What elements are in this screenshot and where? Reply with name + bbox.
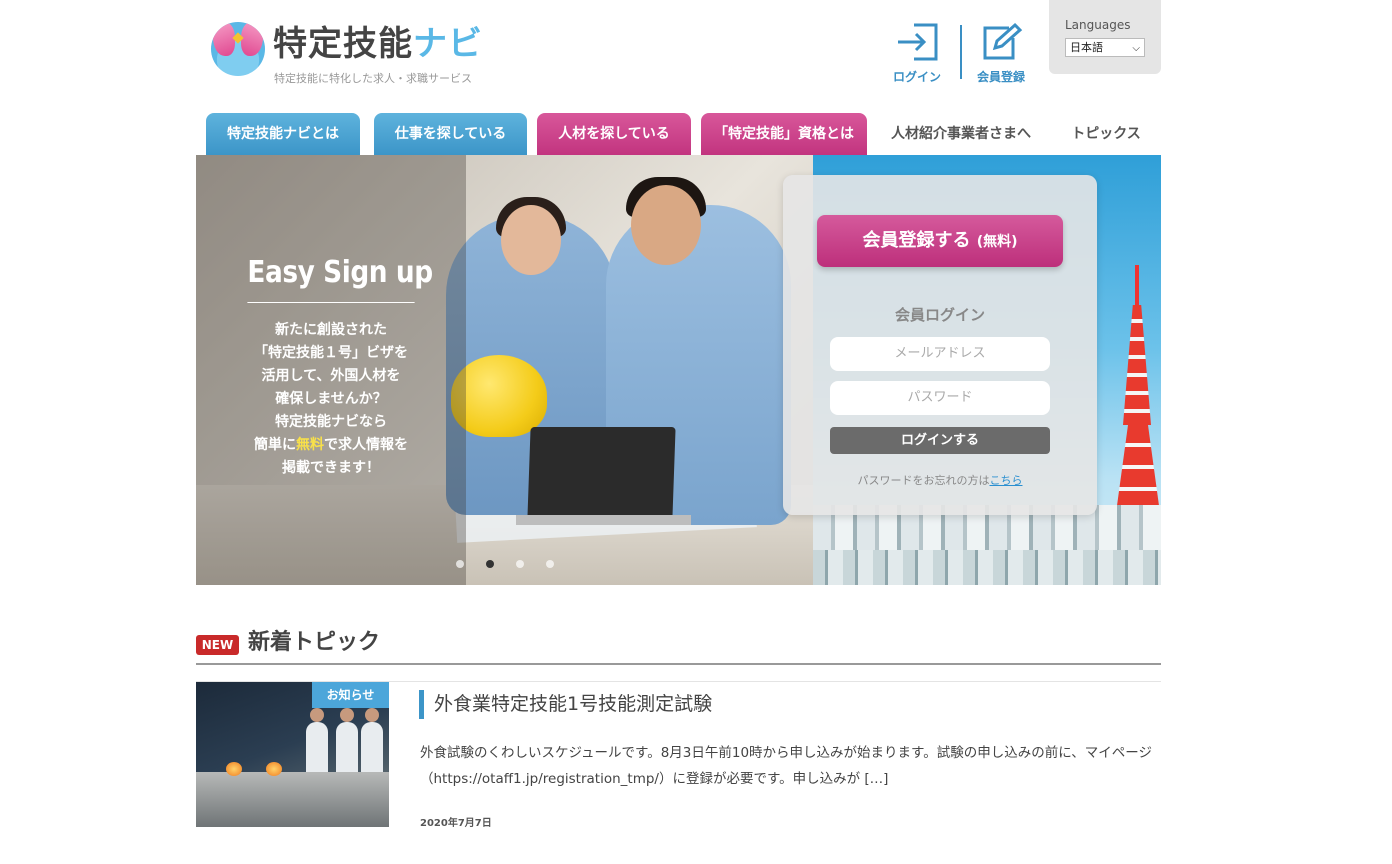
login-header-button[interactable]: ログイン: [885, 22, 949, 84]
slider-dot-1[interactable]: [456, 560, 464, 568]
highlight-free: 無料: [296, 437, 324, 453]
language-selected-value: 日本語: [1070, 41, 1103, 54]
register-free-button[interactable]: 会員登録する (無料): [817, 215, 1063, 267]
site-logo[interactable]: 特定技能ナビ 特定技能に特化した求人・求職サービス: [211, 20, 511, 86]
topics-title: 新着トピック: [248, 630, 381, 655]
slider-dot-2[interactable]: [486, 560, 494, 568]
hero-slider: Easy Sign up 新たに創設された 「特定技能１号」ビザを 活用して、外…: [196, 155, 1161, 585]
nav-tab-topics[interactable]: トピックス: [1066, 113, 1146, 155]
login-panel: 会員登録する (無料) 会員ログイン メールアドレス パスワード ログインする …: [783, 175, 1097, 515]
language-select[interactable]: 日本語 ⌵: [1065, 38, 1145, 57]
chevron-down-icon: ⌵: [1132, 43, 1140, 54]
nav-tab-agencies[interactable]: 人材紹介事業者さまへ: [881, 113, 1041, 155]
slider-dot-3[interactable]: [516, 560, 524, 568]
nav-tab-about[interactable]: 特定技能ナビとは: [206, 113, 360, 155]
topic-title-link[interactable]: 外食業特定技能1号技能測定試験: [419, 690, 712, 719]
nav-tab-qualification[interactable]: 「特定技能」資格とは: [701, 113, 867, 155]
hero-copy: Easy Sign up 新たに創設された 「特定技能１号」ビザを 活用して、外…: [236, 255, 433, 480]
password-input[interactable]: パスワード: [830, 381, 1050, 415]
topic-category-tag: お知らせ: [312, 682, 389, 708]
laptop-image: [527, 427, 676, 519]
hero-heading: Easy Sign up: [247, 255, 433, 303]
register-header-label: 会員登録: [976, 70, 1025, 84]
languages-label: Languages: [1065, 18, 1131, 32]
logo-title: 特定技能ナビ: [273, 24, 483, 64]
login-submit-button[interactable]: ログインする: [830, 427, 1050, 454]
login-icon: [898, 23, 938, 61]
header-divider: [960, 25, 962, 79]
language-selector-box: Languages 日本語 ⌵: [1049, 0, 1161, 74]
new-badge: NEW: [196, 635, 239, 655]
bird-logo-icon: [211, 22, 265, 76]
hero-body: 新たに創設された 「特定技能１号」ビザを 活用して、外国人材を 確保しませんか？…: [254, 322, 408, 476]
email-input[interactable]: メールアドレス: [830, 337, 1050, 371]
topic-excerpt: 外食試験のくわしいスケジュールです。8月3日午前10時から申し込みが始まります。…: [420, 745, 1153, 787]
edit-icon: [983, 22, 1023, 60]
forgot-password-link[interactable]: こちら: [990, 474, 1023, 487]
slider-dot-4[interactable]: [546, 560, 554, 568]
nav-tab-find-job[interactable]: 仕事を探している: [374, 113, 527, 155]
topic-date: 2020年7月7日: [420, 818, 492, 829]
login-header-label: ログイン: [892, 70, 941, 84]
register-header-button[interactable]: 会員登録: [969, 22, 1033, 84]
topics-header: NEW 新着トピック: [196, 628, 1161, 665]
topic-thumbnail[interactable]: お知らせ: [196, 682, 389, 827]
member-login-title: 会員ログイン: [894, 306, 985, 324]
logo-subtitle: 特定技能に特化した求人・求職サービス: [274, 72, 472, 85]
nav-tab-find-talent[interactable]: 人材を探している: [537, 113, 691, 155]
forgot-password-text: パスワードをお忘れの方はこちら: [857, 474, 1023, 487]
